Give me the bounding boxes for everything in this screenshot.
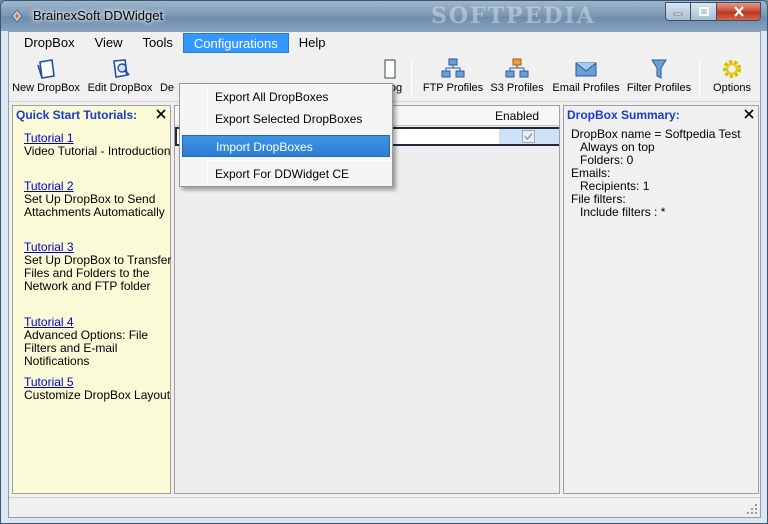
client-area: DropBox View Tools Configurations Help N… <box>8 31 761 518</box>
toolbar-separator <box>411 60 412 96</box>
tutorial-link[interactable]: Tutorial 2 <box>24 179 74 193</box>
tutorials-close-icon[interactable] <box>155 108 167 120</box>
maximize-button[interactable] <box>691 2 717 21</box>
tutorial-item: Tutorial 1 Video Tutorial - Introduction <box>24 132 174 158</box>
tutorial-link[interactable]: Tutorial 5 <box>24 375 74 389</box>
menu-dropbox[interactable]: DropBox <box>14 33 85 53</box>
close-icon <box>733 6 744 17</box>
menu-view[interactable]: View <box>85 33 133 53</box>
new-dropbox-icon <box>37 59 55 79</box>
close-button[interactable] <box>717 2 761 21</box>
menu-separator <box>210 160 390 161</box>
s3-profiles-icon <box>505 58 529 78</box>
tutorial-desc: Set Up DropBox to Send Attachments Autom… <box>24 192 165 219</box>
tutorial-link[interactable]: Tutorial 4 <box>24 315 74 329</box>
new-dropbox-label: New DropBox <box>12 82 80 94</box>
title-bar[interactable]: BrainexSoft DDWidget SOFTPEDIA <box>1 1 767 31</box>
column-enabled[interactable]: Enabled <box>495 109 539 123</box>
tutorial-item: Tutorial 2 Set Up DropBox to Send Attach… <box>24 180 174 219</box>
delete-dropbox-label: De <box>159 82 175 94</box>
ftp-profiles-button[interactable]: FTP Profiles <box>422 58 484 98</box>
configurations-dropdown: Export All DropBoxes Export Selected Dro… <box>179 83 393 187</box>
tutorial-desc: Customize DropBox Layout <box>24 388 171 402</box>
menu-help[interactable]: Help <box>289 33 336 53</box>
tutorial-link[interactable]: Tutorial 1 <box>24 131 74 145</box>
email-profiles-button[interactable]: Email Profiles <box>550 58 622 98</box>
options-label: Options <box>713 82 751 94</box>
minimize-icon <box>673 12 683 15</box>
menu-bar: DropBox View Tools Configurations Help <box>9 32 760 54</box>
maximize-icon <box>698 7 709 16</box>
summary-title: DropBox Summary: <box>567 108 680 122</box>
email-profiles-label: Email Profiles <box>552 82 620 94</box>
options-button[interactable]: Options <box>709 58 755 98</box>
tutorials-panel: Quick Start Tutorials: Tutorial 1 Video … <box>12 105 171 494</box>
email-profiles-icon <box>575 62 597 77</box>
menu-import-dropboxes[interactable]: Import DropBoxes <box>182 135 390 157</box>
log-icon <box>384 59 396 79</box>
window-title: BrainexSoft DDWidget <box>33 8 164 23</box>
menu-export-all-dropboxes[interactable]: Export All DropBoxes <box>182 86 390 108</box>
toolbar-separator <box>699 60 700 96</box>
tutorial-link[interactable]: Tutorial 3 <box>24 240 74 254</box>
filter-profiles-label: Filter Profiles <box>626 82 692 94</box>
tutorial-item: Tutorial 4 Advanced Options: File Filter… <box>24 316 174 368</box>
status-bar <box>9 497 760 517</box>
ftp-profiles-icon <box>441 58 465 78</box>
tutorials-title: Quick Start Tutorials: <box>16 108 138 122</box>
menu-export-selected-dropboxes[interactable]: Export Selected DropBoxes <box>182 108 390 130</box>
s3-profiles-label: S3 Profiles <box>490 82 544 94</box>
app-window: BrainexSoft DDWidget SOFTPEDIA DropBox V… <box>0 0 768 524</box>
s3-profiles-button[interactable]: S3 Profiles <box>487 58 547 98</box>
menu-tools[interactable]: Tools <box>133 33 183 53</box>
menu-configurations[interactable]: Configurations <box>182 33 289 53</box>
menu-export-for-ddwidget-ce[interactable]: Export For DDWidget CE <box>182 163 390 185</box>
summary-close-icon[interactable] <box>743 108 755 120</box>
edit-dropbox-label: Edit DropBox <box>87 82 153 94</box>
menu-separator <box>210 132 390 133</box>
summary-text: DropBox name = Softpedia Test Always on … <box>571 128 741 219</box>
checkmark-icon <box>524 132 533 141</box>
tutorial-desc: Advanced Options: File Filters and E-mai… <box>24 328 149 368</box>
delete-dropbox-button[interactable]: De <box>157 58 177 98</box>
summary-line: Include filters : * <box>580 205 666 219</box>
new-dropbox-button[interactable]: New DropBox <box>12 58 80 98</box>
resize-grip-icon[interactable] <box>746 503 758 515</box>
enabled-cell <box>499 129 559 144</box>
watermark: SOFTPEDIA <box>431 3 596 29</box>
filter-profiles-icon <box>651 59 667 79</box>
delete-dropbox-icon <box>157 58 181 80</box>
tutorial-item: Tutorial 3 Set Up DropBox to Transfer Fi… <box>24 241 174 293</box>
ftp-profiles-label: FTP Profiles <box>422 82 484 94</box>
app-icon <box>11 9 23 23</box>
edit-dropbox-button[interactable]: Edit DropBox <box>86 58 154 98</box>
options-gear-icon <box>723 60 741 78</box>
window-controls <box>665 2 761 21</box>
summary-panel: DropBox Summary: DropBox name = Softpedi… <box>563 105 759 494</box>
filter-profiles-button[interactable]: Filter Profiles <box>624 58 694 98</box>
minimize-button[interactable] <box>665 2 691 21</box>
enabled-checkbox[interactable] <box>522 130 535 143</box>
tutorial-item: Tutorial 5 Customize DropBox Layout <box>24 376 174 402</box>
edit-dropbox-icon <box>113 59 130 78</box>
tutorial-desc: Video Tutorial - Introduction <box>24 144 171 158</box>
tutorial-desc: Set Up DropBox to Transfer Files and Fol… <box>24 253 172 293</box>
